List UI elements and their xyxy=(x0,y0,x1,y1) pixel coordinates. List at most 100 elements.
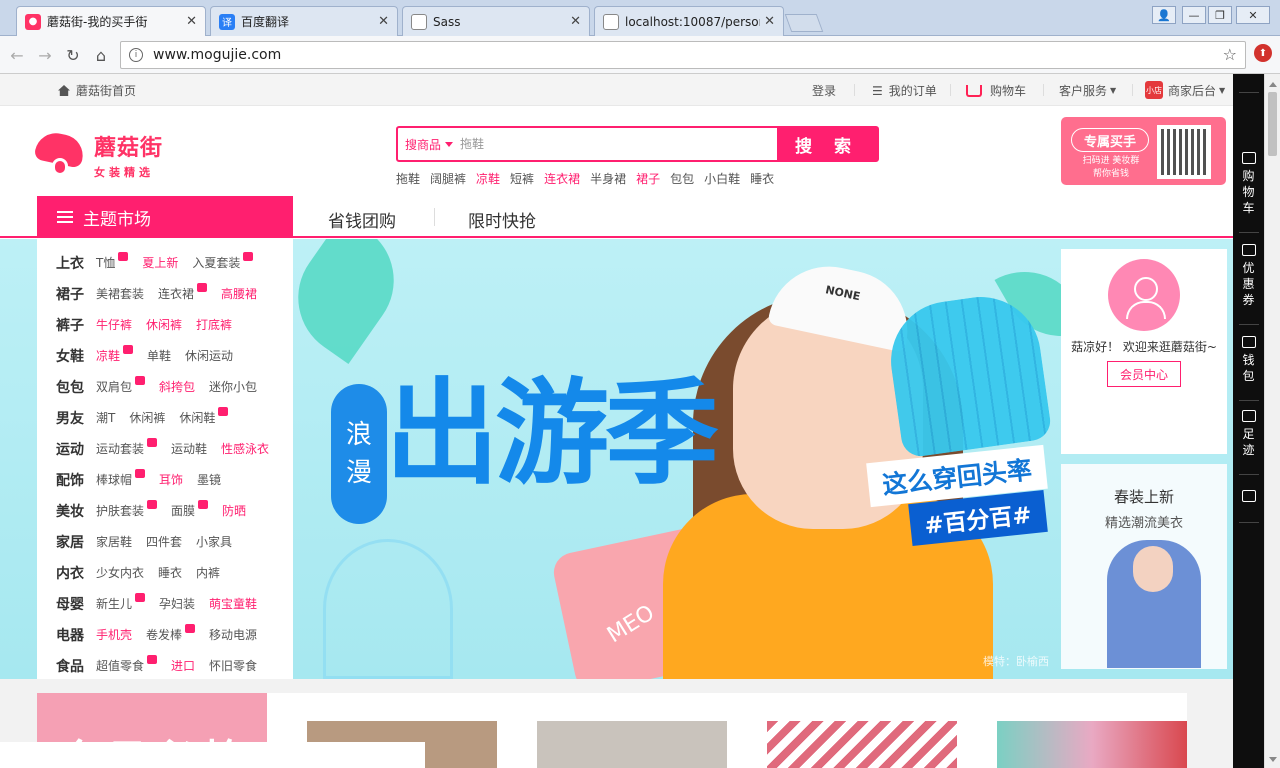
home-icon[interactable]: ⌂ xyxy=(90,44,112,66)
orders-link[interactable]: ☰ 我的订单 xyxy=(872,82,937,99)
category-heading[interactable]: 内衣 xyxy=(56,563,96,583)
subcategory-link[interactable]: 四件套 xyxy=(146,533,182,550)
back-button[interactable]: ← xyxy=(6,44,28,66)
tab-mogujie[interactable]: ● 蘑菇街-我的买手街 ✕ xyxy=(16,6,206,36)
subcategory-link[interactable]: 墨镜 xyxy=(197,471,221,488)
close-tab-icon[interactable]: ✕ xyxy=(186,14,197,29)
subcategory-link[interactable]: 手机壳 xyxy=(96,626,132,643)
subcategory-link[interactable]: 小家具 xyxy=(196,533,232,550)
close-tab-icon[interactable]: ✕ xyxy=(764,14,775,29)
subcategory-link[interactable]: T恤 xyxy=(96,252,129,271)
subcategory-link[interactable]: 超值零食 xyxy=(96,655,158,674)
subcategory-link[interactable]: 内裤 xyxy=(196,564,220,581)
category-heading[interactable]: 运动 xyxy=(56,439,96,459)
bookmark-star-icon[interactable]: ☆ xyxy=(1223,45,1237,64)
hot-word-link[interactable]: 短裤 xyxy=(510,170,534,187)
subcategory-link[interactable]: 卷发棒 xyxy=(146,624,196,643)
tab-baidu-translate[interactable]: 译 百度翻译 ✕ xyxy=(210,6,398,36)
subcategory-link[interactable]: 美裙套装 xyxy=(96,285,144,302)
info-icon[interactable]: i xyxy=(129,48,143,62)
subcategory-link[interactable]: 双肩包 xyxy=(96,376,146,395)
product-card[interactable] xyxy=(497,693,727,768)
category-heading[interactable]: 母婴 xyxy=(56,594,96,614)
hot-word-link[interactable]: 睡衣 xyxy=(750,170,774,187)
site-logo[interactable]: 蘑菇街 女装精选 xyxy=(33,129,163,180)
category-heading[interactable]: 食品 xyxy=(56,656,96,676)
subcategory-link[interactable]: 连衣裙 xyxy=(158,283,208,302)
subcategory-link[interactable]: 护肤套装 xyxy=(96,500,158,519)
hot-word-link[interactable]: 拖鞋 xyxy=(396,170,420,187)
subcategory-link[interactable]: 移动电源 xyxy=(209,626,257,643)
subcategory-link[interactable]: 孕妇装 xyxy=(159,595,195,612)
subcategory-link[interactable]: 防晒 xyxy=(222,502,246,519)
nav-group-buy[interactable]: 省钱团购 xyxy=(328,207,396,232)
hero-carousel-slide[interactable]: MEO NONE 浪漫 出游季 这么穿回头率 #百分百# 模特：卧榆西 xyxy=(293,239,1061,679)
hot-word-link[interactable]: 包包 xyxy=(670,170,694,187)
category-heading[interactable]: 裤子 xyxy=(56,315,96,335)
restore-button[interactable]: ❐ xyxy=(1208,6,1232,24)
subcategory-link[interactable]: 迷你小包 xyxy=(209,378,257,395)
customer-service-menu[interactable]: 客户服务 ▼ xyxy=(1059,82,1116,99)
spring-new-card[interactable]: 春装上新 精选潮流美衣 xyxy=(1061,464,1227,669)
tab-sass[interactable]: Sass ✕ xyxy=(402,6,590,36)
subcategory-link[interactable]: 耳饰 xyxy=(159,471,183,488)
category-heading[interactable]: 电器 xyxy=(56,625,96,645)
theme-market-button[interactable]: 主题市场 xyxy=(37,196,293,238)
toolbar-item[interactable]: 足迹 xyxy=(1233,410,1264,458)
url-field[interactable]: i www.mogujie.com ☆ xyxy=(120,41,1246,69)
scroll-down-arrow[interactable] xyxy=(1269,757,1277,766)
member-center-button[interactable]: 会员中心 xyxy=(1107,361,1181,387)
forward-button[interactable]: → xyxy=(34,44,56,66)
subcategory-link[interactable]: 凉鞋 xyxy=(96,345,134,364)
subcategory-link[interactable]: 休闲运动 xyxy=(185,347,233,364)
subcategory-link[interactable]: 面膜 xyxy=(171,500,209,519)
category-heading[interactable]: 上衣 xyxy=(56,253,96,273)
merchant-menu[interactable]: 小店 商家后台 ▼ xyxy=(1145,81,1225,99)
product-card[interactable] xyxy=(957,693,1187,768)
category-heading[interactable]: 配饰 xyxy=(56,470,96,490)
subcategory-link[interactable]: 夏上新 xyxy=(142,254,178,271)
subcategory-link[interactable]: 单鞋 xyxy=(147,347,171,364)
search-input[interactable] xyxy=(460,128,777,160)
category-heading[interactable]: 男友 xyxy=(56,408,96,428)
toolbar-item[interactable]: 钱包 xyxy=(1233,336,1264,384)
vertical-scrollbar[interactable] xyxy=(1264,74,1280,768)
new-tab-button[interactable] xyxy=(784,14,824,32)
user-avatar-icon[interactable] xyxy=(1108,259,1180,331)
subcategory-link[interactable]: 休闲裤 xyxy=(146,316,182,333)
subcategory-link[interactable]: 家居鞋 xyxy=(96,533,132,550)
category-heading[interactable]: 美妆 xyxy=(56,501,96,521)
reload-button[interactable]: ↻ xyxy=(62,44,84,66)
category-heading[interactable]: 包包 xyxy=(56,377,96,397)
close-tab-icon[interactable]: ✕ xyxy=(378,14,389,29)
subcategory-link[interactable]: 新生儿 xyxy=(96,593,146,612)
subcategory-link[interactable]: 性感泳衣 xyxy=(221,440,269,457)
subcategory-link[interactable]: 运动鞋 xyxy=(171,440,207,457)
subcategory-link[interactable]: 怀旧零食 xyxy=(209,657,257,674)
scroll-thumb[interactable] xyxy=(1268,92,1277,156)
profile-icon[interactable]: 👤 xyxy=(1152,6,1176,24)
subcategory-link[interactable]: 高腰裙 xyxy=(221,285,257,302)
category-heading[interactable]: 家居 xyxy=(56,532,96,552)
minimize-button[interactable]: — xyxy=(1182,6,1206,24)
subcategory-link[interactable]: 萌宝童鞋 xyxy=(209,595,257,612)
hot-word-link[interactable]: 连衣裙 xyxy=(544,170,580,187)
subcategory-link[interactable]: 斜挎包 xyxy=(159,378,195,395)
login-link[interactable]: 登录 xyxy=(812,82,836,99)
hot-word-link[interactable]: 凉鞋 xyxy=(476,170,500,187)
hot-word-link[interactable]: 半身裙 xyxy=(590,170,626,187)
hot-word-link[interactable]: 小白鞋 xyxy=(704,170,740,187)
toolbar-item[interactable] xyxy=(1233,490,1264,506)
subcategory-link[interactable]: 入夏套装 xyxy=(192,252,254,271)
tab-localhost[interactable]: localhost:10087/person ✕ xyxy=(594,6,784,36)
close-tab-icon[interactable]: ✕ xyxy=(570,14,581,29)
cart-link[interactable]: 购物车 xyxy=(966,82,1026,99)
subcategory-link[interactable]: 打底裤 xyxy=(196,316,232,333)
subcategory-link[interactable]: 潮T xyxy=(96,409,115,426)
site-home-link[interactable]: 蘑菇街首页 xyxy=(58,82,136,99)
search-category-select[interactable]: 搜商品 xyxy=(398,128,460,160)
subcategory-link[interactable]: 休闲裤 xyxy=(129,409,165,426)
nav-flash-sale[interactable]: 限时快抢 xyxy=(468,207,536,232)
category-heading[interactable]: 裙子 xyxy=(56,284,96,304)
subcategory-link[interactable]: 进口 xyxy=(171,657,195,674)
